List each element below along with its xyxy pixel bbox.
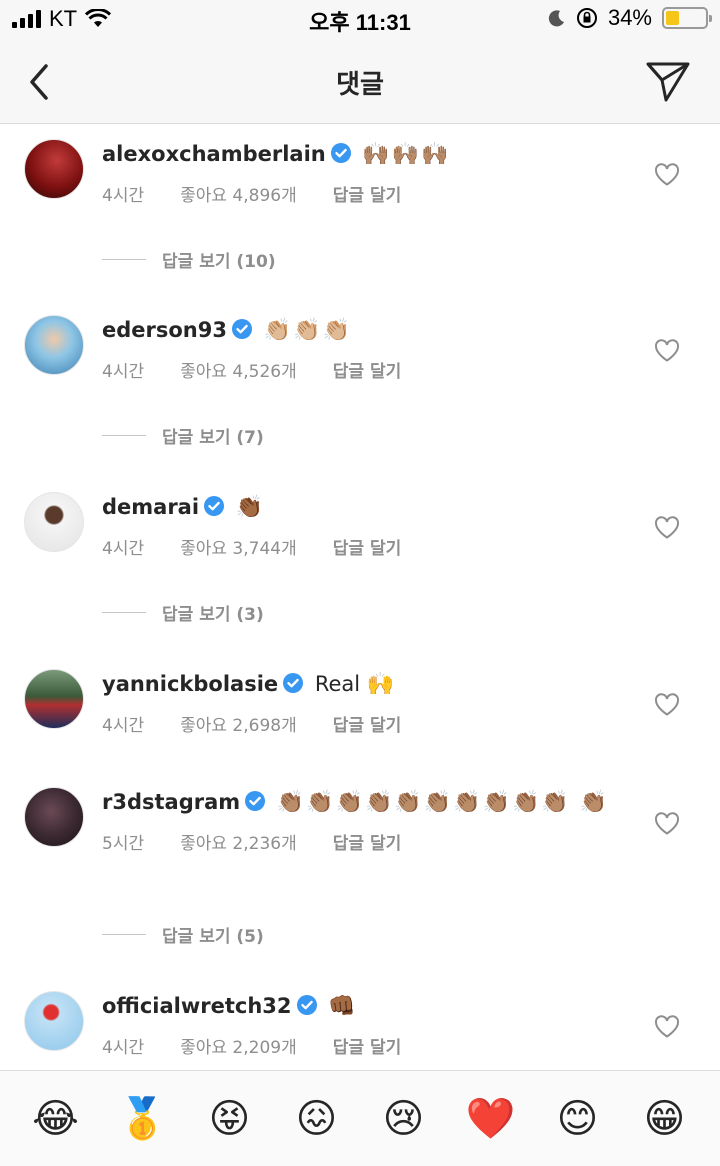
- comment-meta: 4시간 좋아요 3,744개 답글 달기: [102, 534, 624, 559]
- view-replies-button[interactable]: 답글 보기 (3): [102, 600, 264, 625]
- orientation-lock-icon: [576, 8, 597, 28]
- heart-icon[interactable]: [654, 163, 680, 187]
- divider: [102, 435, 146, 436]
- verified-badge-icon: [330, 143, 351, 163]
- comment-text: officialwretch32 👊🏾: [102, 990, 624, 1023]
- view-replies-label: 답글 보기 (10): [162, 252, 276, 272]
- comment-time: 4시간: [102, 186, 145, 206]
- verified-badge-icon: [283, 673, 304, 693]
- username[interactable]: r3dstagram: [102, 790, 240, 814]
- comment-meta: 4시간 좋아요 4,896개 답글 달기: [102, 181, 624, 206]
- avatar[interactable]: [24, 787, 84, 847]
- reply-button[interactable]: 답글 달기: [333, 357, 401, 382]
- divider: [102, 934, 146, 935]
- view-replies-button[interactable]: 답글 보기 (10): [102, 247, 276, 272]
- comment-emoji: 🙌: [366, 672, 397, 697]
- comment-emoji: 👏🏽👏🏽👏🏽👏🏽👏🏽👏🏽👏🏽👏🏽👏🏽👏🏽 👏🏽: [276, 790, 610, 815]
- comment-time: 4시간: [102, 539, 145, 559]
- direct-send-icon[interactable]: [644, 58, 692, 104]
- comment-time: 5시간: [102, 834, 145, 854]
- heart-icon[interactable]: [654, 339, 680, 363]
- battery-icon: [662, 7, 712, 29]
- comment-text: alexoxchamberlain 🙌🏽🙌🏽🙌🏽: [102, 138, 624, 171]
- battery-percent: 34%: [607, 5, 652, 30]
- comment-meta: 4시간 좋아요 4,526개 답글 달기: [102, 357, 624, 382]
- status-bar: KT 오후 11:31 34%: [0, 0, 720, 40]
- view-replies-label: 답글 보기 (7): [162, 428, 264, 448]
- username[interactable]: demarai: [102, 495, 199, 519]
- reply-button[interactable]: 답글 달기: [333, 711, 401, 736]
- emoji-bar: 😂 🥇 😝 😖 😢 ❤️ 😊 😁: [0, 1070, 720, 1166]
- comment-meta: 4시간 좋아요 2,209개 답글 달기: [102, 1033, 624, 1058]
- username[interactable]: yannickbolasie: [102, 672, 278, 696]
- avatar[interactable]: [24, 139, 84, 199]
- avatar[interactable]: [24, 315, 84, 375]
- reply-button[interactable]: 답글 달기: [333, 181, 401, 206]
- view-replies-label: 답글 보기 (3): [162, 605, 264, 625]
- like-count[interactable]: 좋아요 2,698개: [180, 711, 297, 736]
- username[interactable]: officialwretch32: [102, 994, 292, 1018]
- view-replies-button[interactable]: 답글 보기 (5): [102, 922, 264, 947]
- view-replies-button[interactable]: 답글 보기 (7): [102, 423, 264, 448]
- avatar[interactable]: [24, 492, 84, 552]
- comment-time: 4시간: [102, 716, 145, 736]
- comment-text: yannickbolasie Real 🙌: [102, 668, 624, 701]
- comment-time: 4시간: [102, 362, 145, 382]
- like-count[interactable]: 좋아요 2,209개: [180, 1033, 297, 1058]
- username[interactable]: alexoxchamberlain: [102, 142, 326, 166]
- verified-badge-icon: [245, 791, 266, 811]
- comment-emoji: 👊🏾: [328, 994, 358, 1019]
- reply-button[interactable]: 답글 달기: [333, 534, 401, 559]
- comment-time: 4시간: [102, 1038, 145, 1058]
- like-count[interactable]: 좋아요 4,526개: [180, 357, 297, 382]
- comment-text: ederson93 👏🏼👏🏼👏🏼: [102, 314, 624, 347]
- heart-icon[interactable]: [654, 1015, 680, 1039]
- comment-meta: 5시간 좋아요 2,236개 답글 달기: [102, 829, 624, 854]
- comment-emoji: 👏🏾: [235, 495, 266, 520]
- heart-icon[interactable]: [654, 812, 680, 836]
- like-count[interactable]: 좋아요 3,744개: [180, 534, 297, 559]
- heart-icon[interactable]: [654, 693, 680, 717]
- avatar[interactable]: [24, 669, 84, 729]
- username[interactable]: ederson93: [102, 318, 227, 342]
- verified-badge-icon: [204, 496, 225, 516]
- reply-button[interactable]: 답글 달기: [333, 829, 401, 854]
- emoji-tongue[interactable]: 😝: [200, 1096, 260, 1142]
- comment-list[interactable]: alexoxchamberlain 🙌🏽🙌🏽🙌🏽 4시간 좋아요 4,896개 …: [0, 125, 720, 1070]
- comment-body: Real: [314, 672, 361, 696]
- page-title: 댓글: [336, 70, 384, 100]
- emoji-confounded[interactable]: 😖: [287, 1096, 347, 1142]
- comment-emoji: 🙌🏽🙌🏽🙌🏽: [362, 142, 451, 167]
- comment-meta: 4시간 좋아요 2,698개 답글 달기: [102, 711, 624, 736]
- verified-badge-icon: [231, 319, 252, 339]
- emoji-tears-of-joy[interactable]: 😂: [26, 1096, 86, 1142]
- comment-text: r3dstagram 👏🏽👏🏽👏🏽👏🏽👏🏽👏🏽👏🏽👏🏽👏🏽👏🏽 👏🏽: [102, 786, 624, 819]
- avatar[interactable]: [24, 991, 84, 1051]
- like-count[interactable]: 좋아요 2,236개: [180, 829, 297, 854]
- reply-button[interactable]: 답글 달기: [333, 1033, 401, 1058]
- status-right: 34%: [548, 5, 712, 31]
- like-count[interactable]: 좋아요 4,896개: [180, 181, 297, 206]
- divider: [102, 259, 146, 260]
- comment-emoji: 👏🏼👏🏼👏🏼: [263, 318, 352, 343]
- divider: [102, 612, 146, 613]
- moon-icon: [548, 10, 564, 27]
- header: 댓글: [0, 40, 720, 124]
- heart-icon[interactable]: [654, 516, 680, 540]
- emoji-medal[interactable]: 🥇: [113, 1095, 173, 1142]
- verified-badge-icon: [296, 995, 317, 1015]
- emoji-smiling[interactable]: 😊: [548, 1096, 608, 1142]
- view-replies-label: 답글 보기 (5): [162, 927, 264, 947]
- emoji-heart[interactable]: ❤️: [461, 1095, 521, 1142]
- comment-text: demarai 👏🏾: [102, 491, 624, 524]
- emoji-crying[interactable]: 😢: [374, 1096, 434, 1142]
- emoji-grinning[interactable]: 😁: [635, 1096, 695, 1142]
